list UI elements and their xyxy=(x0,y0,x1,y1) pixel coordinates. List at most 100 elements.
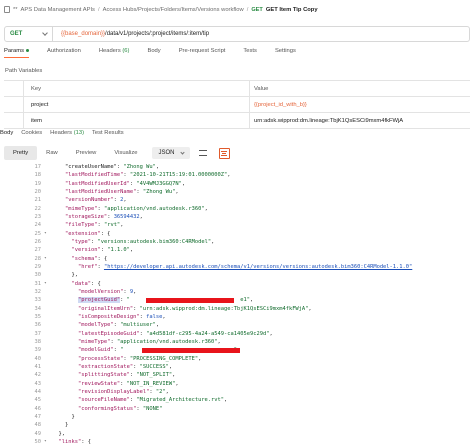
code-token: "createUserName": xyxy=(64,164,124,170)
code-line: 49 }, xyxy=(4,430,470,438)
code-token: "modelType" xyxy=(77,322,114,329)
line-number: 22 xyxy=(34,205,42,212)
code-token: , xyxy=(250,297,254,304)
code-token: "Zhong Wu" xyxy=(123,164,156,170)
tab-test-results[interactable]: Test Results xyxy=(92,130,124,140)
response-body-editor[interactable]: 17 "createUserName": "Zhong Wu", 18 "last… xyxy=(4,163,470,445)
code-token: "processState" xyxy=(77,355,124,362)
method-select[interactable]: GET xyxy=(5,27,53,41)
fold-toggle-icon[interactable]: ▾ xyxy=(44,438,52,445)
fold-gutter xyxy=(44,213,52,221)
code-token: "Migrated_Architecture.rvt" xyxy=(136,397,225,404)
code-line: 41 "extractionState": "SUCCESS", xyxy=(4,363,470,371)
code-text: "extractionState": "SUCCESS", xyxy=(52,363,172,371)
code-token: , xyxy=(175,380,179,387)
code-text: } xyxy=(52,421,68,429)
fold-toggle-icon[interactable]: ▾ xyxy=(44,230,52,238)
line-number: 26 xyxy=(34,238,42,245)
line-number: 25 xyxy=(34,230,42,237)
code-token: "Zhong Wu" xyxy=(142,188,176,195)
code-token: "originalItemUrn" xyxy=(77,305,134,312)
code-token: : { xyxy=(90,280,101,287)
tab-settings[interactable]: Settings xyxy=(275,48,296,58)
tab-pre-request-script[interactable]: Pre-request Script xyxy=(179,48,226,58)
view-raw-button[interactable]: Raw xyxy=(37,146,67,160)
code-line: 17 "createUserName": "Zhong Wu", xyxy=(4,163,470,171)
fold-gutter xyxy=(44,355,52,363)
code-token: , xyxy=(308,305,312,312)
breadcrumb-collection[interactable]: APS Data Management APIs xyxy=(21,7,95,13)
format-select[interactable]: JSON xyxy=(152,147,190,159)
fold-gutter xyxy=(44,371,52,379)
fold-gutter xyxy=(44,396,52,404)
tab-response-body[interactable]: Body xyxy=(0,130,13,140)
code-token: "isCompositeDesign" xyxy=(77,313,140,320)
line-number: 40 xyxy=(34,355,42,362)
redaction-mark xyxy=(142,348,240,354)
code-token: }, xyxy=(71,272,78,279)
tab-authorization[interactable]: Authorization xyxy=(47,48,81,58)
tab-label: Body xyxy=(147,48,161,54)
fold-gutter xyxy=(44,263,52,271)
fold-gutter xyxy=(44,338,52,346)
line-number: 19 xyxy=(34,180,42,187)
code-text: "sourceFileName": "Migrated_Architecture… xyxy=(52,396,227,404)
param-key[interactable]: project xyxy=(24,97,250,112)
view-preview-button[interactable]: Preview xyxy=(67,146,106,160)
wrap-lines-button[interactable] xyxy=(198,148,209,159)
code-text: "lastModifiedUserName": "Zhong Wu", xyxy=(52,188,179,196)
tab-response-headers[interactable]: Headers (13) xyxy=(50,130,84,140)
param-value[interactable]: urn:adsk.wipprod:dm.lineage:TbjK1QsESCi9… xyxy=(250,118,470,124)
code-token: "splittingState" xyxy=(77,372,130,379)
tab-tests[interactable]: Tests xyxy=(243,48,257,58)
code-line: 35 "isCompositeDesign": false, xyxy=(4,313,470,321)
code-line: 38 "mimeType": "application/vnd.autodesk… xyxy=(4,338,470,346)
code-token: , xyxy=(217,338,221,345)
fold-toggle-icon[interactable]: ▾ xyxy=(44,255,52,263)
view-visualize-button[interactable]: Visualize xyxy=(105,146,146,160)
code-token: , xyxy=(162,313,166,320)
line-number: 23 xyxy=(34,213,42,220)
tab-headers[interactable]: Headers (6) xyxy=(99,48,130,58)
fold-gutter xyxy=(44,205,52,213)
request-tabs: Params Authorization Headers (6) Body Pr… xyxy=(4,48,314,62)
line-number: 34 xyxy=(34,305,42,312)
line-number: 33 xyxy=(34,297,42,304)
line-number: 50 xyxy=(34,438,42,445)
code-text: "latestEpisodeGuid": "a4d581df-c295-4a24… xyxy=(52,330,273,338)
code-line: 45 "sourceFileName": "Migrated_Architect… xyxy=(4,396,470,404)
code-token: "2" xyxy=(155,388,166,395)
code-line: 36 "modelType": "multiuser", xyxy=(4,321,470,329)
collection-icon xyxy=(4,6,10,13)
tab-body[interactable]: Body xyxy=(147,48,160,58)
tab-label: Tests xyxy=(243,48,257,54)
code-token: "versionNumber" xyxy=(64,197,114,204)
code-token: , xyxy=(172,372,176,379)
fold-toggle-icon[interactable]: ▾ xyxy=(44,280,52,288)
tab-cookies[interactable]: Cookies xyxy=(21,130,42,140)
breadcrumb-folder[interactable]: Access Hubs/Projects/Folders/Items/Versi… xyxy=(103,7,244,13)
line-number: 32 xyxy=(34,288,42,295)
code-line: 18 "lastModifiedTime": "2021-10-21T15:19… xyxy=(4,171,470,179)
line-number: 48 xyxy=(34,422,42,429)
url-input[interactable]: {{base_domain}}/data/v1/projects/:projec… xyxy=(53,31,209,37)
code-token: , xyxy=(123,197,127,204)
code-text: "originalItemUrn": "urn:adsk.wipprod:dm.… xyxy=(52,305,312,313)
code-line: 23 "storageSize": 36594432, xyxy=(4,213,470,221)
code-text: "conformingStatus": "NONE" xyxy=(52,405,162,413)
code-token: , xyxy=(269,330,273,337)
code-token: "links" xyxy=(58,438,82,445)
code-token: "modelGuid" xyxy=(77,347,114,354)
request-title[interactable]: GET Item Tip Copy xyxy=(266,7,318,13)
response-tabs: Body Cookies Headers (13) Test Results xyxy=(0,130,132,140)
line-number: 37 xyxy=(34,330,42,337)
filter-button[interactable] xyxy=(218,147,230,159)
url-variable: {{base_domain}} xyxy=(61,31,106,37)
param-key[interactable]: item xyxy=(24,113,250,128)
tab-label: Headers xyxy=(50,130,73,136)
param-value[interactable]: {{project_id_with_b}} xyxy=(250,102,470,108)
line-number: 31 xyxy=(34,280,42,287)
view-pretty-button[interactable]: Pretty xyxy=(4,146,38,160)
code-text: "createUserName": "Zhong Wu", xyxy=(52,163,159,171)
tab-params[interactable]: Params xyxy=(4,48,29,58)
